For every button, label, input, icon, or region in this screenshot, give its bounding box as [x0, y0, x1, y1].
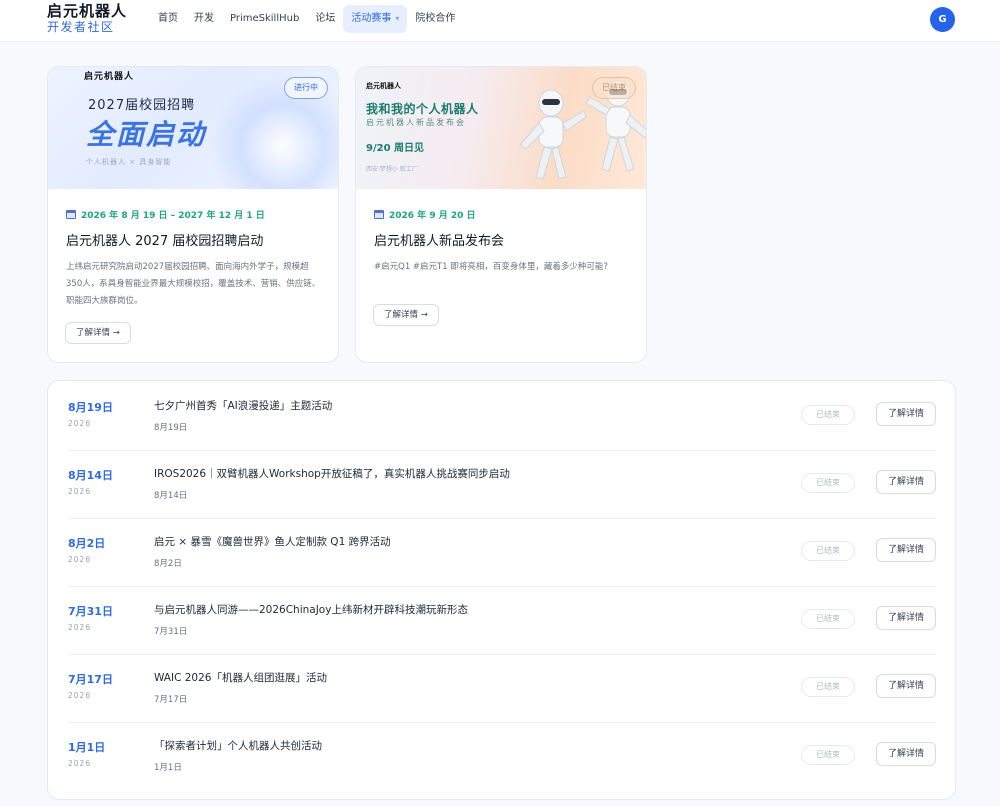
banner-subline: 启元机器人新品发布会: [366, 118, 466, 127]
event-subtitle: 7月31日: [154, 627, 188, 637]
event-subtitle: 1月1日: [154, 763, 182, 773]
nav-item-events[interactable]: 活动赛事 ▾: [343, 5, 408, 33]
status-badge: 已结束: [801, 677, 855, 697]
site-logo[interactable]: 启元机器人 开发者社区: [47, 3, 147, 35]
logo-main-text: 启元机器人: [47, 2, 128, 20]
status-badge: 已结束: [801, 473, 855, 493]
card-title: 启元机器人 2027 届校园招聘启动: [66, 234, 264, 249]
recruitment-banner: 启元机器人 2027届校园招聘 全面启动 个人机器人 × 具身智能 进行中: [48, 67, 338, 189]
event-date: 8月19日: [68, 401, 113, 414]
list-item: 7月17日 2026 WAIC 2026「机器人组团逛展」活动 7月17日 已结…: [68, 655, 936, 723]
event-title[interactable]: 与启元机器人同游——2026ChinaJoy上纬新材开辟科技潮玩新形态: [154, 602, 468, 617]
learn-more-button[interactable]: 了解详情: [876, 402, 936, 426]
event-subtitle: 7月17日: [154, 695, 188, 705]
event-subtitle: 8月19日: [154, 423, 188, 433]
event-title[interactable]: 启元 × 暴雪《魔兽世界》鱼人定制款 Q1 跨界活动: [154, 534, 391, 549]
status-badge: 进行中: [284, 77, 328, 99]
card-date: 2026 年 8 月 19 日 – 2027 年 12 月 1 日: [66, 208, 265, 221]
status-badge: 已结束: [801, 609, 855, 629]
feature-card-recruitment[interactable]: 启元机器人 2027届校园招聘 全面启动 个人机器人 × 具身智能 进行中 20…: [47, 66, 339, 363]
banner-brand: 启元机器人: [366, 82, 401, 90]
banner-headline: 我和我的个人机器人: [366, 102, 479, 116]
banner-year-line: 2027届校园招聘: [88, 98, 196, 113]
event-date: 7月17日: [68, 673, 113, 686]
event-date: 8月14日: [68, 469, 113, 482]
status-badge: 已结束: [801, 541, 855, 561]
main-nav: 首页 开发 PrimeSkillHub 论坛 活动赛事 ▾ 院校合作: [150, 5, 463, 33]
launch-banner: 启元机器人 我和我的个人机器人 启元机器人新品发布会 9/20 周日见 西安·梦…: [356, 67, 646, 189]
nav-item-home[interactable]: 首页: [150, 5, 186, 33]
learn-more-button[interactable]: 了解详情: [876, 742, 936, 766]
list-item: 8月2日 2026 启元 × 暴雪《魔兽世界》鱼人定制款 Q1 跨界活动 8月2…: [68, 519, 936, 587]
list-item: 8月14日 2026 IROS2026｜双臂机器人Workshop开放征稿了，真…: [68, 451, 936, 519]
event-year: 2026: [68, 759, 92, 768]
event-year: 2026: [68, 419, 92, 428]
learn-more-button[interactable]: 了解详情: [876, 674, 936, 698]
nav-item-university[interactable]: 院校合作: [407, 5, 463, 33]
learn-more-button[interactable]: 了解详情: [876, 606, 936, 630]
event-title[interactable]: 「探索者计划」个人机器人共创活动: [154, 738, 322, 753]
learn-more-button[interactable]: 了解详情: [876, 470, 936, 494]
event-year: 2026: [68, 555, 92, 564]
card-description: 上纬启元研究院启动2027届校园招聘、面向海内外学子，规模超350人，系具身智能…: [66, 262, 321, 306]
list-item: 7月31日 2026 与启元机器人同游——2026ChinaJoy上纬新材开辟科…: [68, 587, 936, 655]
event-date: 7月31日: [68, 605, 113, 618]
event-subtitle: 8月14日: [154, 491, 188, 501]
card-title: 启元机器人新品发布会: [374, 234, 505, 249]
status-badge: 已结束: [801, 745, 855, 765]
list-item: 8月19日 2026 七夕广州首秀「AI浪漫投递」主题活动 8月19日 已结束 …: [68, 383, 936, 451]
calendar-icon: [66, 210, 76, 219]
event-title[interactable]: 七夕广州首秀「AI浪漫投递」主题活动: [154, 398, 332, 413]
banner-date-line: 9/20 周日见: [366, 143, 425, 154]
card-date-text: 2026 年 8 月 19 日 – 2027 年 12 月 1 日: [81, 211, 265, 221]
learn-more-button[interactable]: 了解详情 →: [65, 322, 131, 344]
banner-small-text: 西安·梦想小 新工厂: [366, 166, 418, 173]
card-description: #启元Q1 #启元T1 即将亮相，百变身体里，藏着多少种可能?: [374, 262, 608, 272]
banner-tagline: 个人机器人 × 具身智能: [86, 158, 172, 166]
banner-brand: 启元机器人: [84, 72, 135, 82]
event-title[interactable]: IROS2026｜双臂机器人Workshop开放征稿了，真实机器人挑战赛同步启动: [154, 466, 510, 481]
list-item: 1月1日 2026 「探索者计划」个人机器人共创活动 1月1日 已结束 了解详情: [68, 723, 936, 791]
logo-sub-text: 开发者社区: [47, 20, 115, 34]
nav-item-events-label: 活动赛事: [351, 13, 392, 24]
nav-item-develop[interactable]: 开发: [186, 5, 222, 33]
nav-item-forum[interactable]: 论坛: [307, 5, 343, 33]
event-subtitle: 8月2日: [154, 559, 182, 569]
event-date: 8月2日: [68, 537, 106, 550]
event-year: 2026: [68, 487, 92, 496]
card-date: 2026 年 9 月 20 日: [374, 208, 476, 221]
calendar-icon: [374, 210, 384, 219]
event-date: 1月1日: [68, 741, 106, 754]
status-badge: 已结束: [801, 405, 855, 425]
event-list: 8月19日 2026 七夕广州首秀「AI浪漫投递」主题活动 8月19日 已结束 …: [47, 380, 956, 800]
feature-card-launch-event[interactable]: 启元机器人 我和我的个人机器人 启元机器人新品发布会 9/20 周日见 西安·梦…: [355, 66, 647, 363]
banner-headline: 全面启动: [86, 118, 207, 151]
nav-item-primeskillhub[interactable]: PrimeSkillHub: [222, 5, 307, 33]
card-date-text: 2026 年 9 月 20 日: [389, 211, 476, 221]
event-year: 2026: [68, 623, 92, 632]
learn-more-button[interactable]: 了解详情 →: [373, 304, 439, 326]
event-year: 2026: [68, 691, 92, 700]
user-avatar[interactable]: G: [930, 7, 955, 32]
event-title[interactable]: WAIC 2026「机器人组团逛展」活动: [154, 670, 327, 685]
top-header: 启元机器人 开发者社区 首页 开发 PrimeSkillHub 论坛 活动赛事 ▾…: [0, 0, 1000, 42]
chevron-down-icon: ▾: [395, 14, 400, 23]
status-badge: 已结束: [592, 77, 636, 99]
learn-more-button[interactable]: 了解详情: [876, 538, 936, 562]
